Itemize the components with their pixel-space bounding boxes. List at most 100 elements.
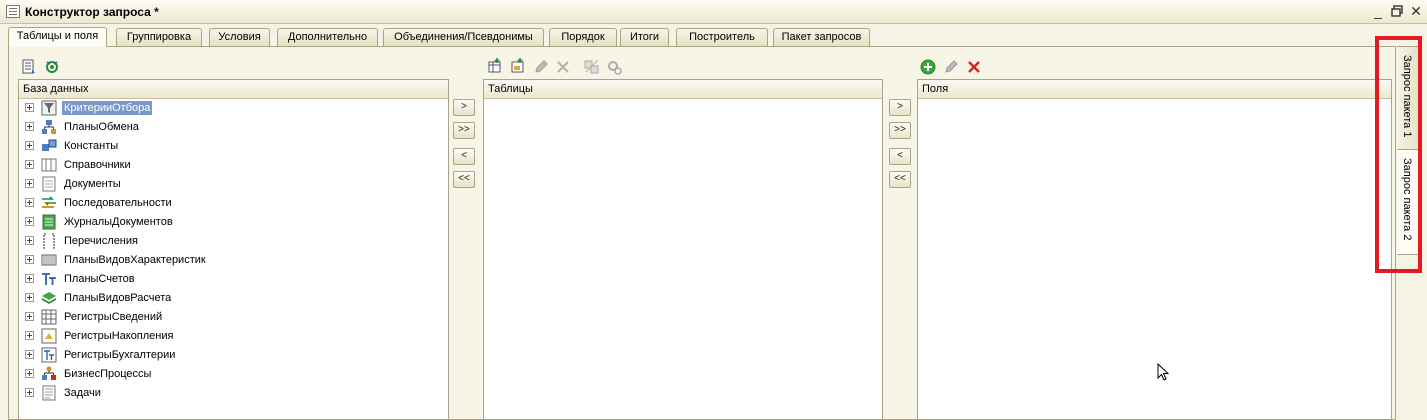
tree-item-accumulation-registers[interactable]: РегистрыНакопления xyxy=(19,327,439,346)
tree-item-sequences[interactable]: Последовательности xyxy=(19,194,439,213)
accounting-registers-icon xyxy=(41,347,57,363)
tree-item-label: ПланыСчетов xyxy=(64,273,135,285)
table-settings-disabled-icon[interactable] xyxy=(606,59,622,75)
expand-icon[interactable] xyxy=(25,236,34,245)
tree-item-label: ПланыОбмена xyxy=(64,121,139,133)
query-settings-icon[interactable] xyxy=(44,59,60,75)
tab-builder[interactable]: Построитель xyxy=(676,28,768,46)
tree-item-characteristic-types[interactable]: ПланыВидовХарактеристик xyxy=(19,251,439,270)
delete-disabled-icon[interactable] xyxy=(555,59,571,75)
expand-icon[interactable] xyxy=(25,331,34,340)
expand-icon[interactable] xyxy=(25,179,34,188)
expand-icon[interactable] xyxy=(25,293,34,302)
tree-item-label: РегистрыНакопления xyxy=(64,330,174,342)
sequences-icon xyxy=(42,196,56,208)
remove-all-tables-button[interactable]: << xyxy=(453,171,475,188)
enums-icon xyxy=(43,233,55,249)
remove-table-button[interactable]: < xyxy=(453,148,475,165)
add-field-button[interactable]: > xyxy=(889,99,911,116)
tab-order[interactable]: Порядок xyxy=(549,28,617,46)
tree-item-calculation-types[interactable]: ПланыВидовРасчета xyxy=(19,289,439,308)
tree-item-label: ПланыВидовРасчета xyxy=(64,292,172,304)
expand-icon[interactable] xyxy=(25,103,34,112)
calculation-types-icon xyxy=(41,292,57,304)
tasks-icon xyxy=(42,385,56,401)
expand-icon[interactable] xyxy=(25,369,34,378)
expand-icon[interactable] xyxy=(25,255,34,264)
tree-item-label: БизнесПроцессы xyxy=(64,368,152,380)
title-bar: Конструктор запроса * _ ✕ xyxy=(0,0,1427,24)
filter-criteria-icon xyxy=(41,100,57,116)
window-title: Конструктор запроса * xyxy=(25,5,159,19)
tab-additional[interactable]: Дополнительно xyxy=(277,28,378,46)
tree-item-label: Документы xyxy=(64,178,121,190)
add-field-icon[interactable] xyxy=(920,59,936,75)
tables-header: Таблицы xyxy=(484,80,882,99)
tree-item-label: Справочники xyxy=(64,159,131,171)
tree-item-documents[interactable]: Документы xyxy=(19,175,439,194)
tab-query-batch[interactable]: Пакет запросов xyxy=(773,28,870,46)
documents-icon xyxy=(42,176,56,192)
edit-field-icon[interactable] xyxy=(943,59,959,75)
expand-icon[interactable] xyxy=(25,274,34,283)
tree-item-chart-of-accounts[interactable]: ПланыСчетов xyxy=(19,270,439,289)
expand-icon[interactable] xyxy=(25,388,34,397)
tree-item-label: Перечисления xyxy=(64,235,138,247)
restore-icon[interactable] xyxy=(1388,2,1406,20)
list-view-icon[interactable] xyxy=(21,59,37,75)
tree-item-label: Задачи xyxy=(64,387,101,399)
close-icon[interactable]: ✕ xyxy=(1407,2,1425,20)
tree-item-filter-criteria[interactable]: КритерииОтбора xyxy=(19,99,439,118)
window-app-icon xyxy=(6,5,20,18)
expand-icon[interactable] xyxy=(25,312,34,321)
delete-field-icon[interactable] xyxy=(966,59,982,75)
expand-icon[interactable] xyxy=(25,122,34,131)
tree-item-label: РегистрыСведений xyxy=(64,311,163,323)
add-all-tables-button[interactable]: >> xyxy=(453,122,475,139)
join-tables-disabled-icon[interactable] xyxy=(584,59,600,75)
tree-item-document-journals[interactable]: ЖурналыДокументов xyxy=(19,213,439,232)
expand-icon[interactable] xyxy=(25,141,34,150)
mouse-cursor-icon xyxy=(1157,363,1169,381)
database-header: База данных xyxy=(19,80,448,99)
tree-item-information-registers[interactable]: РегистрыСведений xyxy=(19,308,439,327)
add-nested-query-icon[interactable] xyxy=(510,58,526,74)
document-journals-icon xyxy=(42,214,56,230)
tables-panel[interactable]: Таблицы xyxy=(483,79,883,420)
expand-icon[interactable] xyxy=(25,217,34,226)
expand-icon[interactable] xyxy=(25,160,34,169)
tab-conditions[interactable]: Условия xyxy=(209,28,270,46)
characteristic-types-icon xyxy=(41,254,57,266)
add-table-button[interactable]: > xyxy=(453,99,475,116)
tab-tables-and-fields[interactable]: Таблицы и поля xyxy=(8,27,107,47)
database-panel: База данных КритерииОтбора ПланыОбмена К… xyxy=(18,79,449,420)
add-all-fields-button[interactable]: >> xyxy=(889,122,911,139)
tab-totals[interactable]: Итоги xyxy=(620,28,669,46)
highlight-annotation xyxy=(1375,36,1422,273)
minimize-icon[interactable]: _ xyxy=(1369,2,1387,20)
expand-icon[interactable] xyxy=(25,350,34,359)
tree-item-constants[interactable]: Константы xyxy=(19,137,439,156)
tree-item-exchange-plans[interactable]: ПланыОбмена xyxy=(19,118,439,137)
tree-item-label: РегистрыБухгалтерии xyxy=(64,349,176,361)
add-table-icon[interactable] xyxy=(487,58,503,74)
remove-field-button[interactable]: < xyxy=(889,148,911,165)
tree-item-label: Последовательности xyxy=(64,197,172,209)
tree-item-catalogs[interactable]: Справочники xyxy=(19,156,439,175)
remove-all-fields-button[interactable]: << xyxy=(889,171,911,188)
edit-pencil-icon[interactable] xyxy=(533,59,549,75)
tab-unions-aliases[interactable]: Объединения/Псевдонимы xyxy=(383,28,544,46)
constants-icon xyxy=(42,139,57,151)
expand-icon[interactable] xyxy=(25,198,34,207)
tree-item-label: Константы xyxy=(64,140,119,152)
catalogs-icon xyxy=(41,158,57,172)
business-processes-icon xyxy=(42,366,56,380)
tab-grouping[interactable]: Группировка xyxy=(116,28,202,46)
accumulation-registers-icon xyxy=(41,328,57,344)
fields-panel[interactable]: Поля xyxy=(917,79,1392,420)
tree-item-tasks[interactable]: Задачи xyxy=(19,384,439,403)
tree-item-enums[interactable]: Перечисления xyxy=(19,232,439,251)
tree-item-business-processes[interactable]: БизнесПроцессы xyxy=(19,365,439,384)
tree-item-accounting-registers[interactable]: РегистрыБухгалтерии xyxy=(19,346,439,365)
tree-item-label: ЖурналыДокументов xyxy=(64,216,173,228)
